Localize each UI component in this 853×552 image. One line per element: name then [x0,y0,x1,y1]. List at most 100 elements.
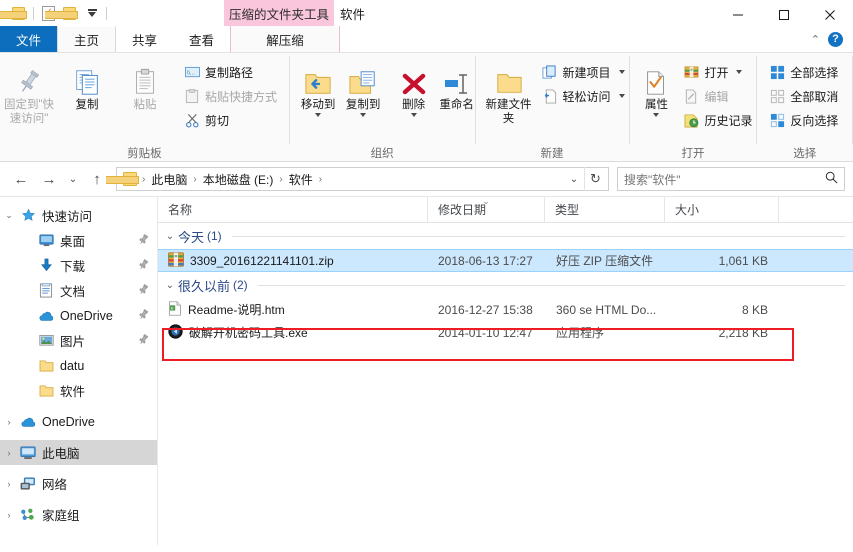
new-folder-button[interactable]: 新建文件夹 [484,57,534,126]
group-header-today[interactable]: ⌄ 今天 (1) [158,223,853,249]
copy-path-label: 复制路径 [205,65,254,80]
application-exe-icon [168,323,183,342]
rename-button[interactable]: 重命名 [434,57,480,113]
copy-button[interactable]: 复制 [58,57,116,113]
table-row[interactable]: 3309_20161221141101.zip 2018-06-13 17:27… [158,249,853,272]
qat-customize-dropdown-icon[interactable] [81,2,103,24]
chevron-right-icon[interactable]: › [0,417,18,427]
address-field[interactable]: › 此电脑 › 本地磁盘 (E:) › 软件 › ⌄ ↻ [106,167,609,191]
sidebar-item-pictures[interactable]: 图片 [0,328,157,353]
homegroup-icon [18,508,38,522]
qat-separator [33,6,34,20]
help-icon[interactable]: ? [828,31,843,47]
tab-view[interactable]: 查看 [173,26,230,52]
open-archive-button[interactable]: 打开 [679,61,756,83]
select-none-icon [769,88,785,104]
delete-button[interactable]: 删除 [394,57,434,117]
group-title-today: 今天 [178,229,205,245]
search-box[interactable]: 搜索"软件" [617,167,845,191]
select-none-button[interactable]: 全部取消 [765,85,842,107]
back-button[interactable]: ← [8,166,34,192]
breadcrumb-item-thispc[interactable]: 此电脑 [146,171,192,188]
sidebar-item-quick-access[interactable]: ⌄ 快速访问 [0,203,157,228]
column-header-filler [779,197,853,223]
copy-path-button[interactable]: \\... 复制路径 [180,61,281,83]
qat-new-folder-icon[interactable] [44,2,81,24]
sidebar-item-onedrive-pinned[interactable]: OneDrive [0,303,157,328]
copy-to-button[interactable]: 复制到 [341,57,386,117]
html-document-icon: e [168,300,182,319]
table-row[interactable]: e Readme-说明.htm 2016-12-27 15:38 360 se … [158,298,853,321]
properties-dropdown-icon[interactable] [653,112,660,117]
column-header-type[interactable]: 类型 [545,196,665,223]
column-header-date-modified[interactable]: ⌄ 修改日期 [428,196,545,223]
breadcrumb-sep-3[interactable]: › [318,174,323,185]
pin-icon[interactable] [138,258,149,273]
invert-selection-button[interactable]: 反向选择 [765,109,842,131]
pin-icon[interactable] [138,283,149,298]
sidebar-item-network[interactable]: › 网络 [0,471,157,496]
sidebar-label-downloads: 下载 [60,260,86,274]
history-label: 历史记录 [704,113,753,128]
column-header-name[interactable]: 名称 [158,196,428,223]
tab-file[interactable]: 文件 [0,26,58,52]
table-row[interactable]: 破解开机密码工具.exe 2014-01-10 12:47 应用程序 2,218… [158,321,853,344]
forward-button[interactable]: → [36,166,62,192]
properties-button[interactable]: 属性 [635,57,677,117]
refresh-icon[interactable]: ↻ [584,167,606,191]
pin-icon[interactable] [138,233,149,248]
sidebar-item-software[interactable]: 软件 [0,378,157,403]
pin-icon[interactable] [138,333,149,348]
sidebar-label-this-pc: 此电脑 [42,447,80,461]
move-to-dropdown-icon[interactable] [315,112,322,117]
rename-label: 重命名 [439,99,474,111]
sidebar-label-onedrive: OneDrive [42,414,95,429]
paste-button[interactable]: 粘贴 [116,57,174,113]
qat-folder-icon[interactable] [0,2,30,24]
ribbon-tab-strip: 文件 主页 共享 查看 解压缩 ⌃ ? [0,26,853,52]
pin-to-quick-access-button[interactable]: 固定到"快速访问" [0,57,58,126]
ribbon-help-area: ⌃ ? [811,26,853,52]
chevron-right-icon[interactable]: › [0,479,18,489]
tab-home[interactable]: 主页 [57,26,117,52]
sidebar-item-this-pc[interactable]: › 此电脑 [0,440,157,465]
ribbon-group-clipboard: 固定到"快速访问" 复制 粘贴 \\... 复制路径 粘贴快捷方式 剪切 剪贴板 [0,53,289,163]
column-header-size[interactable]: 大小 [665,196,779,223]
address-dropdown-icon[interactable]: ⌄ [564,168,584,190]
easy-access-dropdown-icon[interactable] [618,94,625,98]
chevron-right-icon[interactable]: › [0,448,18,458]
breadcrumb-item-localdisk[interactable]: 本地磁盘 (E:) [198,171,279,188]
sidebar-item-datu[interactable]: datu [0,353,157,378]
collapse-ribbon-icon[interactable]: ⌃ [811,33,820,46]
history-button[interactable]: 历史记录 [679,109,756,131]
copy-to-dropdown-icon[interactable] [360,112,367,117]
new-item-dropdown-icon[interactable] [618,70,625,74]
sidebar-item-desktop[interactable]: 桌面 [0,228,157,253]
sidebar-item-onedrive[interactable]: › OneDrive [0,409,157,434]
tab-share[interactable]: 共享 [116,26,173,52]
sidebar-item-documents[interactable]: 文档 [0,278,157,303]
chevron-down-icon[interactable]: ⌄ [0,210,18,221]
paste-shortcut-button[interactable]: 粘贴快捷方式 [180,85,281,107]
chevron-down-icon[interactable]: ⌄ [162,280,178,291]
tab-extract[interactable]: 解压缩 [230,26,341,52]
pin-icon[interactable] [138,308,149,323]
sidebar-item-homegroup[interactable]: › 家庭组 [0,502,157,527]
new-item-button[interactable]: 新建项目 [538,61,629,83]
edit-button[interactable]: 编辑 [679,85,756,107]
delete-dropdown-icon[interactable] [410,112,417,117]
recent-locations-button[interactable]: ⌄ [64,166,82,192]
breadcrumb-item-software[interactable]: 软件 [284,171,318,188]
group-header-long-ago[interactable]: ⌄ 很久以前 (2) [158,272,853,298]
search-input[interactable]: 搜索"软件" [624,171,681,188]
select-all-button[interactable]: 全部选择 [765,61,842,83]
move-to-button[interactable]: 移动到 [296,57,341,117]
chevron-right-icon[interactable]: › [0,510,18,520]
easy-access-button[interactable]: 轻松访问 [538,85,629,107]
delete-label: 删除 [402,99,426,111]
ribbon-group-organize-label: 组织 [370,148,394,160]
sidebar-item-downloads[interactable]: 下载 [0,253,157,278]
open-archive-dropdown-icon[interactable] [736,70,743,74]
chevron-down-icon[interactable]: ⌄ [162,231,178,242]
cut-button[interactable]: 剪切 [180,109,281,131]
